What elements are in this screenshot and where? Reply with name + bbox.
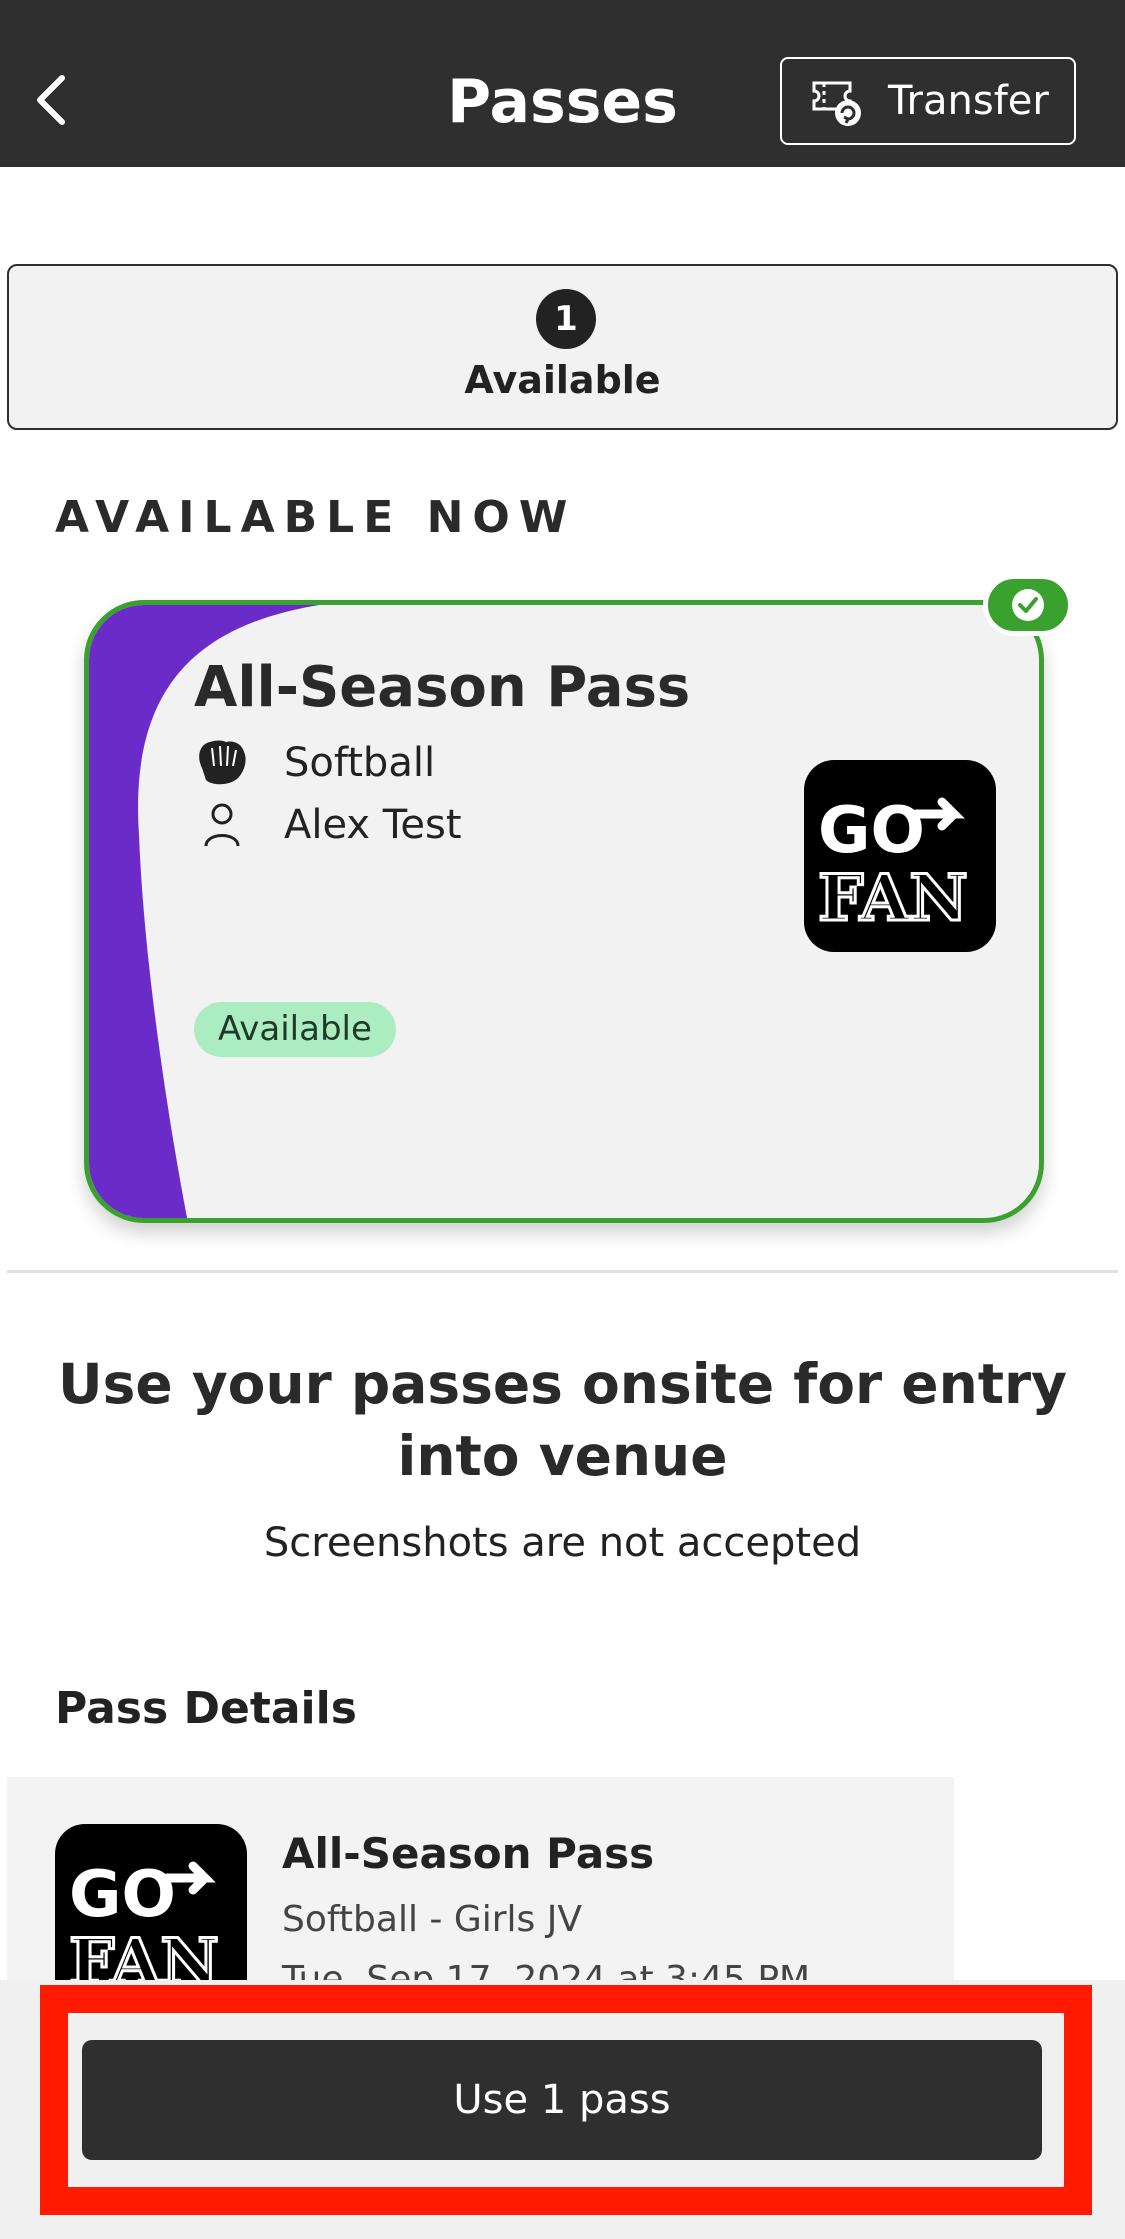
transfer-label: Transfer <box>888 78 1049 124</box>
divider <box>7 1270 1118 1273</box>
tab-available-label: Available <box>464 358 661 402</box>
pass-holder-row: Alex Test <box>194 797 462 853</box>
pass-sport-row: Softball <box>194 735 435 791</box>
top-bar: Passes Transfer <box>0 0 1125 167</box>
softball-glove-icon <box>194 735 250 791</box>
selected-check-badge <box>983 574 1073 636</box>
person-icon <box>194 797 250 853</box>
pass-details-heading: Pass Details <box>55 1683 357 1734</box>
details-pass-title: All-Season Pass <box>282 1829 655 1878</box>
passes-screen: Passes Transfer 1 Available AVAILABLE NO… <box>0 0 1125 2239</box>
pass-title: All-Season Pass <box>194 655 691 720</box>
ticket-transfer-icon <box>812 81 861 126</box>
gofan-logo: GO FAN <box>804 760 996 952</box>
pass-card[interactable]: All-Season Pass Softball Alex Test GO FA… <box>84 600 1044 1223</box>
section-heading-available-now: AVAILABLE NOW <box>55 492 577 543</box>
status-badge: Available <box>194 1002 396 1057</box>
svg-text:GO: GO <box>69 1858 176 1932</box>
use-pass-button[interactable]: Use 1 pass <box>82 2040 1042 2160</box>
details-event-name: Softball - Girls JV <box>282 1899 582 1940</box>
pass-sport: Softball <box>284 740 436 786</box>
svg-text:GO: GO <box>818 794 925 868</box>
pass-holder: Alex Test <box>284 802 462 848</box>
screenshot-notice: Screenshots are not accepted <box>263 1520 862 1566</box>
transfer-button[interactable]: Transfer <box>780 57 1076 145</box>
available-count-badge: 1 <box>536 289 596 349</box>
svg-text:FAN: FAN <box>818 861 968 936</box>
check-icon <box>1012 589 1044 621</box>
entry-instructions-headline: Use your passes onsite for entry into ve… <box>57 1352 1068 1488</box>
tab-available[interactable]: 1 Available <box>7 264 1118 430</box>
